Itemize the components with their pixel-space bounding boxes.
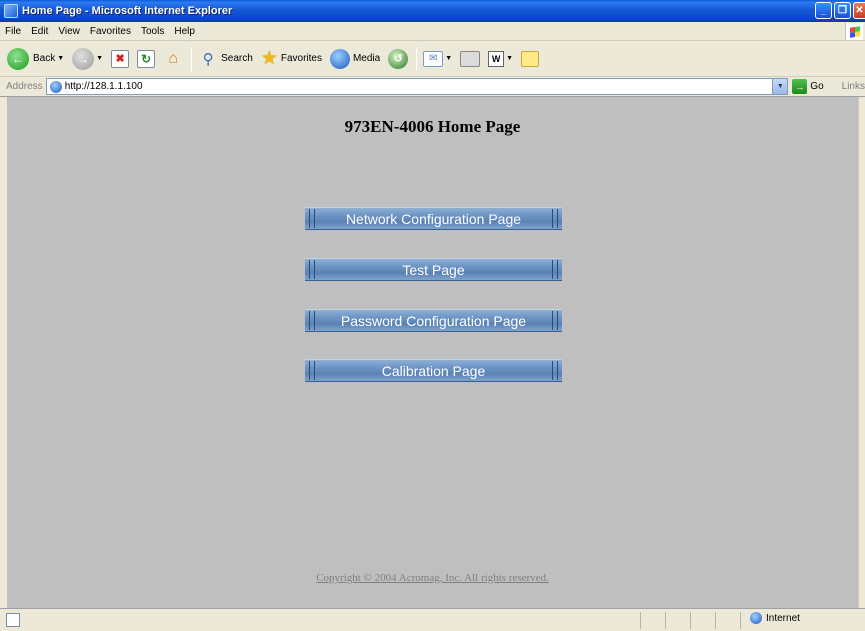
media-icon xyxy=(329,48,350,69)
copyright-link[interactable]: Copyright © 2004 Acromag, Inc. All right… xyxy=(7,572,858,584)
home-button[interactable]: ⌂ xyxy=(160,45,186,73)
go-arrow-icon: → xyxy=(792,79,808,94)
printer-icon xyxy=(460,50,481,67)
word-icon: W xyxy=(488,50,505,67)
edit-button[interactable]: W ▼ xyxy=(485,45,516,73)
media-label: Media xyxy=(352,53,381,64)
status-divider xyxy=(640,612,641,629)
toolbar-separator xyxy=(416,46,418,71)
menu-help[interactable]: Help xyxy=(169,26,200,37)
window-title: Home Page - Microsoft Internet Explorer xyxy=(22,5,233,17)
forward-arrow-icon: → xyxy=(72,47,95,70)
ie-app-icon xyxy=(4,4,18,18)
zone-label: Internet xyxy=(766,612,800,624)
search-label: Search xyxy=(221,53,253,64)
internet-globe-icon xyxy=(750,612,762,624)
history-icon: ↺ xyxy=(388,48,409,69)
back-label: Back xyxy=(33,53,56,64)
address-bar: Address http://128.1.1.100 ▼ → Go Links xyxy=(0,77,865,97)
mail-dropdown-icon[interactable]: ▼ xyxy=(445,55,452,62)
forward-dropdown-icon[interactable]: ▼ xyxy=(96,55,103,62)
window-left-edge xyxy=(0,97,7,608)
links-button[interactable]: Links xyxy=(842,81,865,92)
address-input[interactable]: http://128.1.1.100 ▼ xyxy=(45,78,789,95)
home-icon: ⌂ xyxy=(168,49,178,67)
go-label: Go xyxy=(810,81,824,92)
go-button[interactable]: → Go xyxy=(792,79,824,94)
discuss-button[interactable] xyxy=(518,45,542,73)
windows-logo-icon xyxy=(845,23,863,40)
address-label: Address xyxy=(6,81,43,92)
close-button[interactable]: ✕ xyxy=(853,2,865,19)
refresh-icon: ↻ xyxy=(137,49,156,68)
back-dropdown-icon[interactable]: ▼ xyxy=(57,55,64,62)
edit-dropdown-icon[interactable]: ▼ xyxy=(506,55,513,62)
vertical-scrollbar[interactable] xyxy=(858,97,865,608)
security-zone: Internet xyxy=(750,612,800,624)
address-url[interactable]: http://128.1.1.100 xyxy=(65,81,143,92)
media-button[interactable]: Media xyxy=(327,45,383,73)
standard-toolbar: ← Back ▼ → ▼ ✖ ↻ ⌂ ⚲ Search ★ Favorites … xyxy=(0,41,865,77)
status-divider xyxy=(665,612,666,629)
title-bar: Home Page - Microsoft Internet Explorer … xyxy=(0,0,865,22)
favorites-button[interactable]: ★ Favorites xyxy=(258,45,325,73)
page-status-icon xyxy=(6,613,20,627)
forward-button[interactable]: → ▼ xyxy=(69,45,106,73)
page-content: 973EN-4006 Home Page Network Configurati… xyxy=(7,97,858,608)
page-globe-icon xyxy=(49,80,62,93)
menu-view[interactable]: View xyxy=(53,26,85,37)
favorites-label: Favorites xyxy=(280,53,322,64)
calibration-page-button[interactable]: Calibration Page xyxy=(305,359,562,382)
network-configuration-button[interactable]: Network Configuration Page xyxy=(305,207,562,230)
search-icon: ⚲ xyxy=(202,50,214,68)
page-title: 973EN-4006 Home Page xyxy=(344,117,521,136)
mail-icon: ✉ xyxy=(423,50,444,67)
status-bar: Internet xyxy=(0,608,865,631)
history-button[interactable]: ↺ xyxy=(385,45,411,73)
password-configuration-button[interactable]: Password Configuration Page xyxy=(305,309,562,332)
status-divider xyxy=(740,612,741,629)
status-divider xyxy=(690,612,691,629)
favorites-star-icon: ★ xyxy=(260,48,278,69)
menu-edit[interactable]: Edit xyxy=(26,26,53,37)
stop-button[interactable]: ✖ xyxy=(108,45,132,73)
menu-tools[interactable]: Tools xyxy=(136,26,169,37)
menu-bar: File Edit View Favorites Tools Help xyxy=(0,22,865,41)
search-button[interactable]: ⚲ Search xyxy=(195,45,256,73)
test-page-button[interactable]: Test Page xyxy=(305,258,562,281)
minimize-button[interactable]: _ xyxy=(815,2,832,19)
mail-button[interactable]: ✉ ▼ xyxy=(420,45,455,73)
back-arrow-icon: ← xyxy=(7,47,29,70)
status-divider xyxy=(715,612,716,629)
refresh-button[interactable]: ↻ xyxy=(134,45,158,73)
menu-file[interactable]: File xyxy=(0,26,26,37)
stop-icon: ✖ xyxy=(111,49,130,68)
address-dropdown-icon[interactable]: ▼ xyxy=(772,79,788,94)
maximize-button[interactable]: ❐ xyxy=(834,2,851,19)
menu-favorites[interactable]: Favorites xyxy=(85,26,136,37)
back-button[interactable]: ← Back ▼ xyxy=(4,45,67,73)
window-controls: _ ❐ ✕ xyxy=(815,2,865,19)
note-icon xyxy=(521,50,540,67)
print-button[interactable] xyxy=(457,45,483,73)
toolbar-separator xyxy=(191,46,193,71)
